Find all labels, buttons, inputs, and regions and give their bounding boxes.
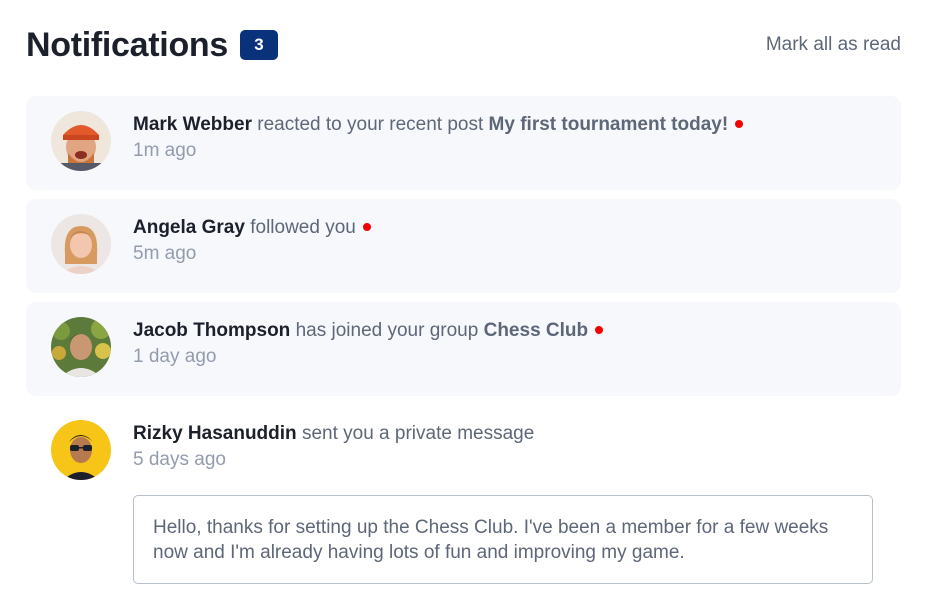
notifications-page: Notifications 3 Mark all as read Mark We… (0, 0, 925, 598)
actor-name[interactable]: Angela Gray (133, 217, 245, 238)
page-title: Notifications (26, 25, 228, 64)
notification-target[interactable]: My first tournament today! (489, 114, 729, 135)
notification-text: Mark Webber reacted to your recent post … (133, 112, 881, 138)
notification-action: has joined your group (295, 320, 479, 341)
avatar[interactable] (51, 317, 111, 377)
unread-count-badge: 3 (240, 30, 278, 60)
notification-target[interactable]: Chess Club (484, 320, 589, 341)
notification-time: 5m ago (133, 243, 197, 264)
notification-item[interactable]: Rizky Hasanuddin sent you a private mess… (26, 405, 901, 595)
notification-text: Rizky Hasanuddin sent you a private mess… (133, 421, 881, 447)
notification-text: Angela Gray followed you (133, 215, 881, 241)
notification-item[interactable]: Angela Gray followed you 5m ago (26, 199, 901, 293)
unread-dot (595, 325, 604, 334)
avatar[interactable] (51, 111, 111, 171)
notification-action: followed you (250, 217, 356, 238)
avatar[interactable] (51, 214, 111, 274)
unread-dot (735, 119, 744, 128)
actor-name[interactable]: Rizky Hasanuddin (133, 423, 297, 444)
unread-dot (362, 222, 371, 231)
actor-name[interactable]: Mark Webber (133, 114, 252, 135)
notification-time: 1m ago (133, 140, 197, 161)
notification-time: 1 day ago (133, 346, 217, 367)
notification-text: Jacob Thompson has joined your group Che… (133, 318, 881, 344)
notification-content: Jacob Thompson has joined your group Che… (133, 318, 881, 370)
notification-content: Mark Webber reacted to your recent post … (133, 112, 881, 164)
notification-content: Rizky Hasanuddin sent you a private mess… (133, 421, 881, 473)
notification-action: reacted to your recent post (257, 114, 484, 135)
notification-time: 5 days ago (133, 449, 226, 470)
notification-content: Angela Gray followed you 5m ago (133, 215, 881, 267)
notifications-header: Notifications 3 Mark all as read (26, 22, 901, 68)
notification-action: sent you a private message (301, 423, 535, 444)
notification-item[interactable]: Mark Webber reacted to your recent post … (26, 96, 901, 190)
avatar[interactable] (51, 420, 111, 480)
notification-item[interactable]: Jacob Thompson has joined your group Che… (26, 302, 901, 396)
mark-all-as-read-button[interactable]: Mark all as read (766, 34, 901, 56)
private-message-box[interactable]: Hello, thanks for setting up the Chess C… (133, 495, 873, 584)
actor-name[interactable]: Jacob Thompson (133, 320, 290, 341)
